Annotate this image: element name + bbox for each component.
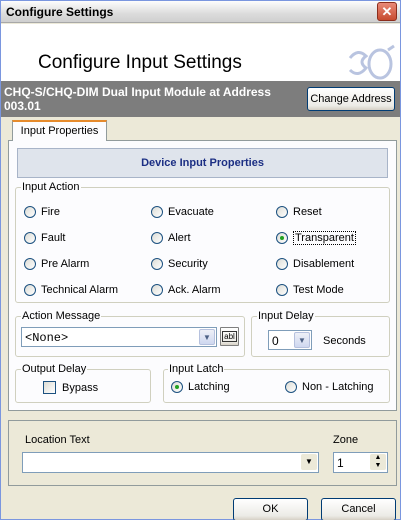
cancel-label: Cancel — [341, 503, 376, 515]
input-action-label: Input Action — [21, 181, 81, 193]
radio-non-latching[interactable]: Non - Latching — [285, 381, 389, 395]
product-logo-icon — [348, 44, 395, 80]
spinner-arrows-icon[interactable]: ▲ ▼ — [370, 454, 386, 470]
radio-disablement[interactable]: Disablement — [276, 258, 386, 272]
close-button[interactable]: ✕ — [377, 2, 397, 21]
input-latch-label: Input Latch — [168, 363, 225, 375]
radio-button[interactable] — [151, 284, 163, 296]
radio-button[interactable] — [285, 381, 297, 393]
radio-button-selected[interactable] — [171, 381, 183, 393]
module-bar: CHQ-S/CHQ-DIM Dual Input Module at Addre… — [1, 81, 400, 117]
radio-button[interactable] — [24, 206, 36, 218]
radio-evacuate[interactable]: Evacuate — [151, 206, 261, 220]
location-text-label: Location Text — [25, 434, 90, 446]
radio-security[interactable]: Security — [151, 258, 261, 272]
location-text-combo[interactable]: ▼ — [22, 452, 319, 473]
ok-label: OK — [262, 503, 279, 515]
action-message-value: <None> — [25, 331, 69, 345]
zone-value: 1 — [337, 456, 344, 470]
radio-fire[interactable]: Fire — [24, 206, 134, 220]
radio-latching[interactable]: Latching — [171, 381, 261, 395]
radio-button[interactable] — [276, 206, 288, 218]
radio-button[interactable] — [276, 284, 288, 296]
change-address-button[interactable]: Change Address — [307, 87, 395, 111]
tab-input-properties[interactable]: Input Properties — [12, 120, 107, 141]
radio-button[interactable] — [276, 258, 288, 270]
zone-spinner[interactable]: 1 ▲ ▼ — [333, 452, 388, 473]
radio-pre-alarm[interactable]: Pre Alarm — [24, 258, 134, 272]
input-delay-label: Input Delay — [257, 310, 315, 322]
input-delay-select[interactable]: 0 ▼ — [268, 330, 312, 350]
radio-fault[interactable]: Fault — [24, 232, 134, 246]
edit-text-button[interactable]: abl — [220, 327, 239, 346]
radio-transparent[interactable]: Transparent — [276, 231, 386, 246]
configure-settings-window: Configure Settings ✕ Configure Input Set… — [0, 0, 401, 520]
title-bar[interactable]: Configure Settings ✕ — [1, 1, 400, 23]
edit-text-icon: abl — [222, 331, 237, 342]
radio-button[interactable] — [24, 284, 36, 296]
radio-ack-alarm[interactable]: Ack. Alarm — [151, 284, 261, 298]
chevron-down-icon[interactable]: ▼ — [301, 454, 317, 470]
radio-button[interactable] — [24, 232, 36, 244]
radio-test-mode[interactable]: Test Mode — [276, 284, 386, 298]
module-title: CHQ-S/CHQ-DIM Dual Input Module at Addre… — [4, 85, 271, 113]
zone-label: Zone — [333, 434, 359, 446]
radio-button[interactable] — [151, 258, 163, 270]
cancel-button[interactable]: Cancel — [321, 498, 396, 520]
radio-alert[interactable]: Alert — [151, 232, 261, 246]
radio-button[interactable] — [151, 206, 163, 218]
close-icon: ✕ — [381, 4, 393, 19]
chevron-down-icon[interactable]: ▼ — [294, 332, 310, 348]
change-address-label: Change Address — [310, 93, 392, 105]
tab-label: Input Properties — [20, 125, 99, 137]
chevron-down-icon[interactable]: ▼ — [199, 329, 215, 345]
output-delay-label: Output Delay — [21, 363, 88, 375]
input-delay-unit: Seconds — [323, 335, 366, 347]
input-delay-value: 0 — [272, 334, 279, 348]
action-message-select[interactable]: <None> ▼ — [21, 327, 217, 347]
page-title: Configure Input Settings — [38, 52, 242, 73]
radio-technical-alarm[interactable]: Technical Alarm — [24, 284, 144, 298]
radio-button[interactable] — [24, 258, 36, 270]
window-title: Configure Settings — [6, 5, 114, 19]
radio-button[interactable] — [151, 232, 163, 244]
device-panel-title: Device Input Properties — [141, 157, 264, 169]
bypass-checkbox[interactable] — [43, 381, 56, 394]
bypass-label: Bypass — [62, 382, 99, 394]
header-band: Configure Input Settings — [1, 24, 400, 81]
device-input-properties-heading: Device Input Properties — [17, 148, 388, 178]
action-message-label: Action Message — [21, 310, 102, 322]
ok-button[interactable]: OK — [233, 498, 308, 520]
radio-reset[interactable]: Reset — [276, 206, 386, 220]
radio-button-selected[interactable] — [276, 232, 288, 244]
